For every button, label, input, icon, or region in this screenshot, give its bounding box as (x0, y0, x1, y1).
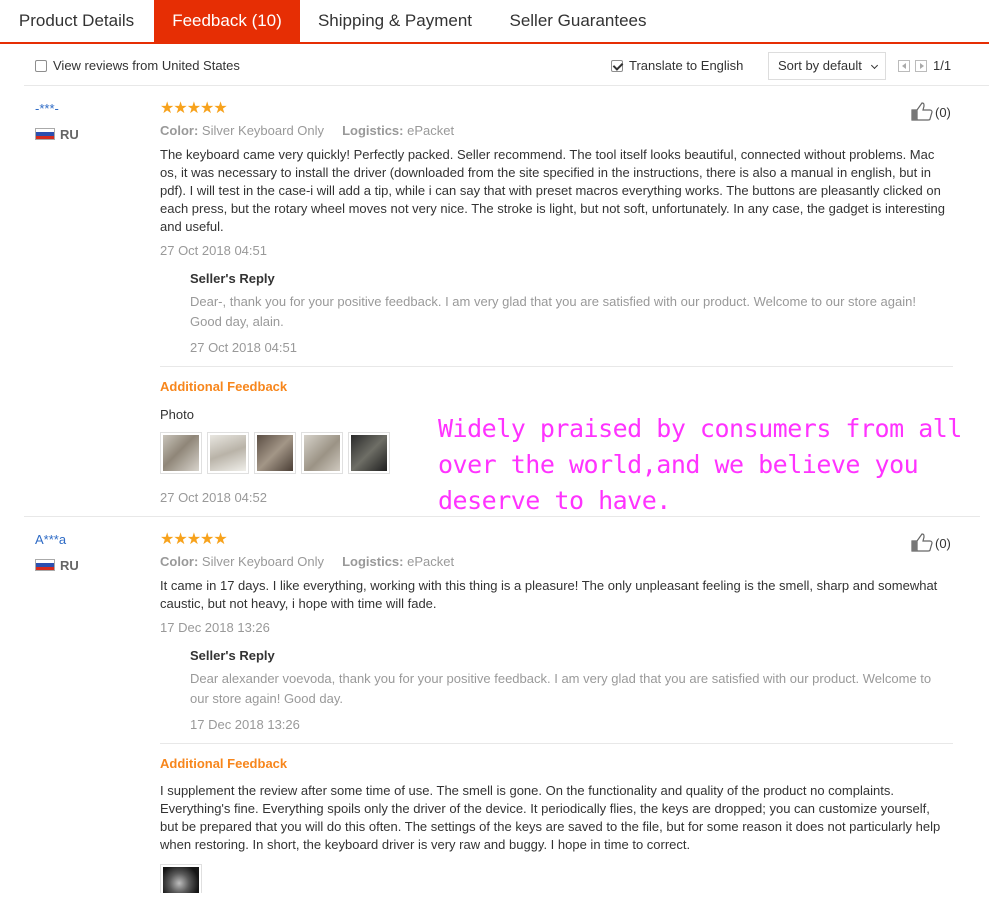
star-icon: ★ (173, 100, 187, 117)
thumbs-up-icon (911, 533, 933, 552)
us-only-label: View reviews from United States (53, 58, 240, 73)
review-meta: Color: Silver Keyboard Only Logistics: e… (160, 554, 454, 569)
additional-feedback-title: Additional Feedback (160, 379, 288, 394)
logistics-key: Logistics: (342, 554, 404, 569)
page-indicator: 1/1 (933, 58, 952, 73)
helpful-button[interactable]: (0) (911, 532, 951, 552)
review-text: The keyboard came very quickly! Perfectl… (160, 147, 946, 234)
translate-label: Translate to English (629, 58, 744, 73)
review-text: It came in 17 days. I like everything, w… (160, 578, 938, 611)
color-key: Color: (160, 123, 199, 138)
review-photo-thumbnail[interactable] (160, 432, 202, 474)
sort-dropdown[interactable]: Sort by default (768, 52, 886, 80)
logistics-value: ePacket (407, 554, 455, 569)
star-rating: ★★★★★ (160, 98, 228, 118)
star-rating: ★★★★★ (160, 529, 228, 549)
next-page-button[interactable] (915, 60, 927, 72)
seller-reply-date: 27 Oct 2018 04:51 (190, 340, 297, 355)
helpful-button[interactable]: (0) (911, 101, 951, 121)
additional-feedback-title: Additional Feedback (160, 756, 288, 771)
star-icon: ★ (160, 100, 174, 117)
star-icon: ★ (200, 531, 214, 548)
logistics-value: ePacket (407, 123, 455, 138)
seller-reply-text: Dear-, thank you for your positive feedb… (190, 294, 916, 329)
seller-reply-date: 17 Dec 2018 13:26 (190, 717, 300, 732)
star-icon: ★ (213, 531, 227, 548)
tab-shipping-payment[interactable]: Shipping & Payment (300, 0, 490, 42)
review-photo-thumbnail[interactable] (254, 432, 296, 474)
review-date: 17 Dec 2018 13:26 (160, 620, 270, 635)
page-bottom-edge (0, 893, 989, 897)
helpful-count: (0) (935, 105, 951, 120)
photo-label: Photo (160, 407, 194, 422)
logistics-key: Logistics: (342, 123, 404, 138)
reviewer-country: RU (60, 558, 79, 573)
review-photo-thumbnail[interactable] (301, 432, 343, 474)
chevron-down-icon (870, 61, 879, 70)
promo-text: Widely praised by consumers from all ove… (438, 414, 962, 515)
review-photo-thumbnail[interactable] (348, 432, 390, 474)
color-value: Silver Keyboard Only (201, 123, 325, 138)
color-key: Color: (160, 554, 199, 569)
star-icon: ★ (186, 100, 201, 117)
additional-feedback-text: I supplement the review after some time … (160, 783, 941, 852)
star-icon: ★ (173, 531, 187, 548)
sort-dropdown-label: Sort by default (778, 58, 862, 73)
star-icon: ★ (186, 531, 201, 548)
tab-feedback[interactable]: Feedback (10) (154, 0, 300, 42)
feedback-filter-bar: View reviews from United States Translat… (24, 52, 989, 86)
prev-page-button[interactable] (898, 60, 910, 72)
tab-product-details[interactable]: Product Details (0, 0, 153, 42)
arrow-left-icon (902, 63, 906, 69)
star-icon: ★ (213, 100, 227, 117)
review-photo-thumbnail[interactable] (207, 432, 249, 474)
tab-seller-guarantees[interactable]: Seller Guarantees (492, 0, 664, 42)
reviewer-name[interactable]: A***a (35, 532, 66, 547)
arrow-right-icon (920, 63, 924, 69)
additional-feedback-date: 27 Oct 2018 04:52 (160, 490, 267, 505)
divider (160, 743, 953, 744)
review-date: 27 Oct 2018 04:51 (160, 243, 267, 258)
reviewer-country: RU (60, 127, 79, 142)
review-meta: Color: Silver Keyboard Only Logistics: e… (160, 123, 454, 138)
reviewer-name[interactable]: -***- (35, 101, 59, 116)
color-value: Silver Keyboard Only (201, 554, 325, 569)
seller-reply-title: Seller's Reply (190, 648, 275, 663)
seller-reply-text: Dear alexander voevoda, thank you for yo… (190, 671, 932, 706)
russia-flag-icon (35, 559, 55, 571)
thumbs-up-icon (911, 102, 933, 121)
divider (160, 366, 953, 367)
helpful-count: (0) (935, 536, 951, 551)
us-only-checkbox[interactable] (35, 60, 47, 72)
russia-flag-icon (35, 128, 55, 140)
star-icon: ★ (200, 100, 214, 117)
translate-checkbox[interactable] (611, 60, 623, 72)
seller-reply-title: Seller's Reply (190, 271, 275, 286)
tab-bar: Product Details Feedback (10) Shipping &… (0, 0, 989, 44)
star-icon: ★ (160, 531, 174, 548)
